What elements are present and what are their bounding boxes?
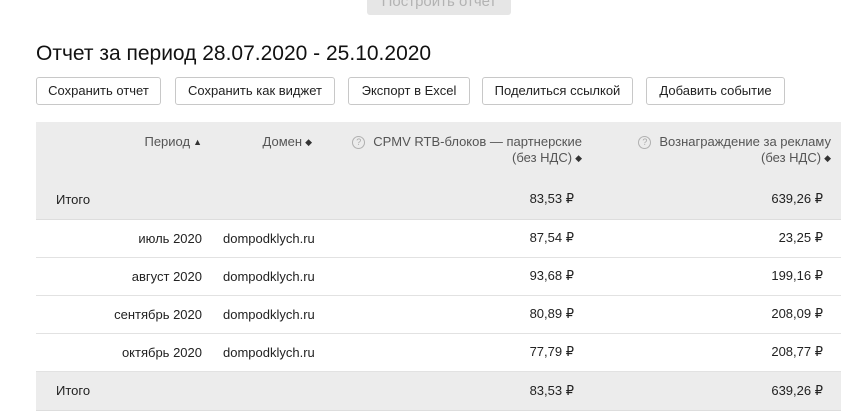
table-row: сентябрь 2020 dompodklych.ru 80,89 ₽ 208… [36, 295, 841, 334]
period-cell: сентябрь 2020 [36, 295, 212, 334]
total-cpmv: 83,53 ₽ [322, 371, 592, 411]
domain-cell: dompodklych.ru [212, 333, 322, 372]
column-header-period[interactable]: Период ▲ [36, 122, 212, 180]
column-header-label: CPMV RTB-блоков — партнерские [373, 134, 582, 149]
reward-cell: 208,77 ₽ [592, 333, 841, 372]
total-row-bottom: Итого 83,53 ₽ 639,26 ₽ [36, 371, 841, 411]
total-label: Итого [36, 371, 322, 411]
period-cell: октябрь 2020 [36, 333, 212, 372]
save-as-widget-button[interactable]: Сохранить как виджет [175, 77, 335, 105]
save-report-button[interactable]: Сохранить отчет [36, 77, 161, 105]
table-header-row: Период ▲ Домен ◆ ? CPMV RTB-блоков — партне… [36, 122, 841, 180]
column-header-domain[interactable]: Домен ◆ [212, 122, 322, 180]
column-header-sublabel: (без НДС) [761, 150, 822, 165]
total-reward: 639,26 ₽ [592, 180, 841, 220]
reward-cell: 23,25 ₽ [592, 219, 841, 258]
cpmv-cell: 77,79 ₽ [322, 333, 592, 372]
question-circle-icon[interactable]: ? [352, 136, 366, 149]
triangle-up-icon: ▲ [193, 137, 202, 147]
cpmv-cell: 87,54 ₽ [322, 219, 592, 258]
export-excel-button[interactable]: Экспорт в Excel [348, 77, 470, 105]
column-header-label: Период [144, 134, 191, 149]
total-reward: 639,26 ₽ [592, 371, 841, 411]
period-cell: июль 2020 [36, 219, 212, 258]
reward-cell: 199,16 ₽ [592, 257, 841, 296]
share-link-button[interactable]: Поделиться ссылкой [482, 77, 633, 105]
total-row-top: Итого 83,53 ₽ 639,26 ₽ [36, 180, 841, 220]
add-event-button[interactable]: Добавить событие [646, 77, 785, 105]
table-row: август 2020 dompodklych.ru 93,68 ₽ 199,1… [36, 257, 841, 296]
period-cell: август 2020 [36, 257, 212, 296]
table-row: июль 2020 dompodklych.ru 87,54 ₽ 23,25 ₽ [36, 219, 841, 258]
sort-arrows-icon: ◆ [824, 153, 831, 163]
sort-arrows-icon: ◆ [305, 137, 312, 147]
domain-cell: dompodklych.ru [212, 295, 322, 334]
total-cpmv: 83,53 ₽ [322, 180, 592, 220]
reward-cell: 208,09 ₽ [592, 295, 841, 334]
total-label: Итого [36, 180, 322, 220]
cpmv-cell: 93,68 ₽ [322, 257, 592, 296]
table-row: октябрь 2020 dompodklych.ru 77,79 ₽ 208,… [36, 333, 841, 372]
report-table: Период ▲ Домен ◆ ? CPMV RTB-блоков — партне… [36, 122, 841, 411]
page-title: Отчет за период 28.07.2020 - 25.10.2020 [36, 42, 432, 65]
column-header-label: Вознаграждение за рекламу [659, 134, 831, 149]
question-circle-icon[interactable]: ? [638, 136, 652, 149]
build-report-button[interactable]: Построить отчет [367, 0, 511, 15]
domain-cell: dompodklych.ru [212, 257, 322, 296]
column-header-cpmv[interactable]: ? CPMV RTB-блоков — партнерские (без НДС)… [322, 122, 592, 180]
column-header-reward[interactable]: ? Вознаграждение за рекламу (без НДС) ◆ [592, 122, 841, 180]
sort-arrows-icon: ◆ [575, 153, 582, 163]
domain-cell: dompodklych.ru [212, 219, 322, 258]
column-header-sublabel: (без НДС) [512, 150, 573, 165]
column-header-label: Домен [262, 134, 303, 149]
cpmv-cell: 80,89 ₽ [322, 295, 592, 334]
